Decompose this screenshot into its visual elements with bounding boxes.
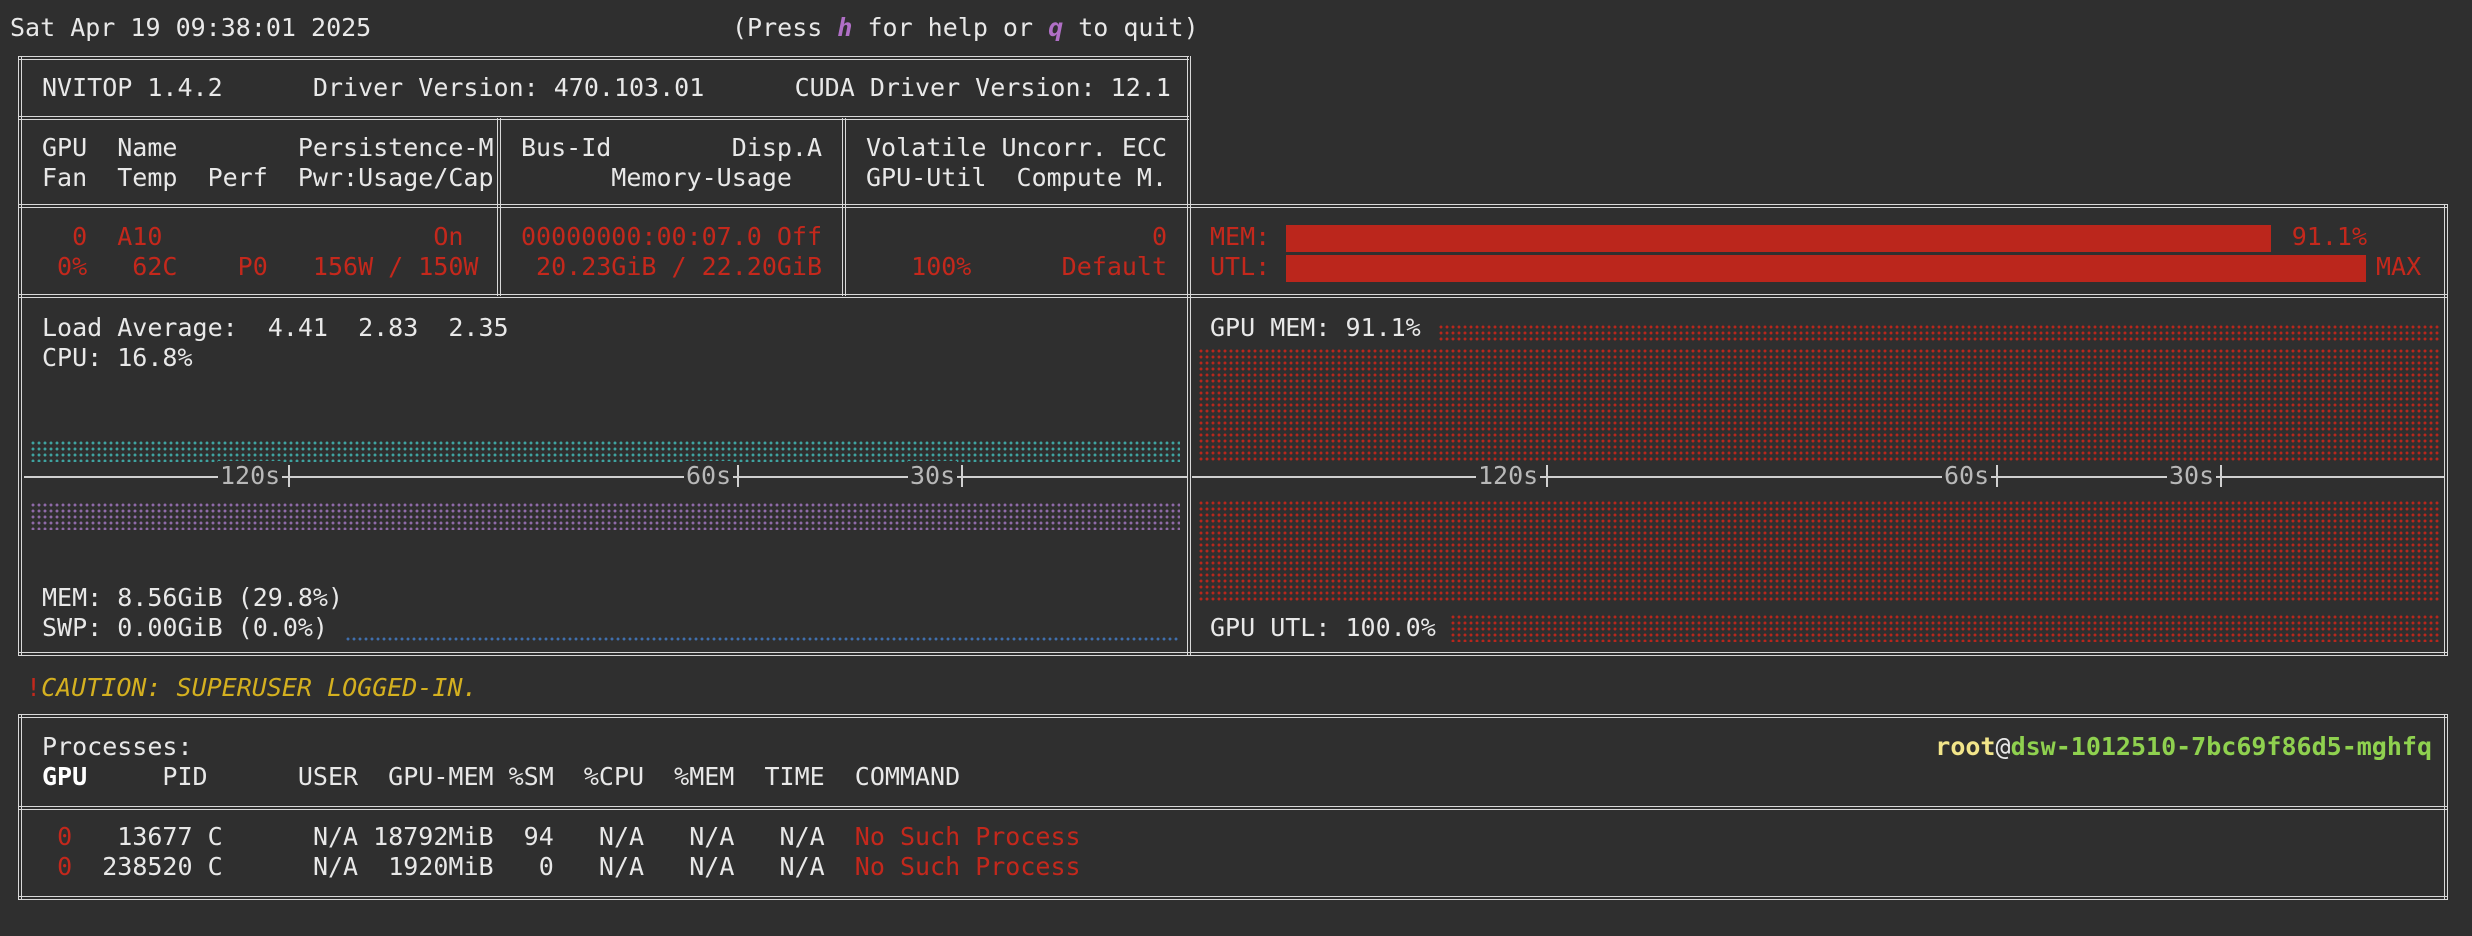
utl-bar-value: MAX	[2376, 252, 2422, 281]
process-info: 13677 C N/A 18792MiB 94 N/A N/A N/A	[72, 822, 855, 851]
header-gpu: GPU	[42, 762, 88, 791]
tick-label-30s: 30s	[908, 461, 958, 491]
tick-60s	[737, 465, 739, 487]
table-border-bottom	[18, 652, 2448, 656]
gpu-utl-label: GPU UTL: 100.0%	[1210, 613, 1436, 642]
version-line: NVITOP 1.4.2 Driver Version: 470.103.01 …	[42, 73, 1171, 102]
header-columns: PID USER GPU-MEM %SM %CPU %MEM TIME COMM…	[87, 762, 961, 791]
tick-label-120s: 120s	[1476, 461, 1541, 491]
header-col3-line1: Volatile Uncorr. ECC	[866, 133, 1168, 162]
gpu-time-axis	[1192, 476, 2444, 478]
help-key[interactable]: h	[837, 13, 852, 42]
help-hint-mid: for help or	[852, 13, 1049, 42]
tick-60s	[1996, 465, 1998, 487]
tick-120s	[288, 465, 290, 487]
processes-border-top	[18, 714, 2448, 718]
processes-header: GPU PID USER GPU-MEM %SM %CPU %MEM TIME …	[42, 762, 960, 792]
tick-30s	[961, 465, 963, 487]
tick-120s	[1546, 465, 1548, 487]
gpu-row-col2-line2: 20.23GiB / 22.20GiB	[521, 252, 823, 281]
tick-label-60s: 60s	[1942, 461, 1992, 491]
header-col1-line2: Fan Temp Perf Pwr:Usage/Cap	[42, 163, 494, 192]
table-border-mid	[1187, 56, 1191, 656]
processes-border-right	[2444, 714, 2448, 900]
process-command: No Such Process	[854, 852, 1081, 881]
process-command: No Such Process	[854, 822, 1081, 851]
mem-usage-bar	[1286, 225, 2271, 252]
processes-border-left	[18, 714, 22, 900]
tick-label-120s: 120s	[218, 461, 283, 491]
datetime: Sat Apr 19 09:38:01 2025	[10, 13, 372, 42]
table-row[interactable]: 0 13677 C N/A 18792MiB 94 N/A N/A N/A No…	[42, 822, 1081, 852]
at-sign: @	[1995, 732, 2011, 761]
col-divider	[842, 118, 846, 296]
help-hint-open: (Press	[732, 13, 838, 42]
table-divider	[18, 116, 1189, 120]
help-hint-close: to quit)	[1063, 13, 1199, 42]
gpu-utl-history-bottom	[1450, 614, 2440, 642]
gpu-row-col3-line1: 0	[866, 222, 1168, 251]
header-col1-line1: GPU Name Persistence-M	[42, 133, 494, 162]
mem-bar-value: 91.1%	[2291, 222, 2367, 251]
cpu-history-graph	[30, 440, 1180, 462]
gpu-row-col1-line1: 0 A10 On	[42, 222, 464, 251]
process-info: 238520 C N/A 1920MiB 0 N/A N/A N/A	[72, 852, 855, 881]
host-swp: SWP: 0.00GiB (0.0%)	[42, 613, 328, 642]
host-time-axis	[24, 476, 1187, 478]
tick-30s	[2220, 465, 2222, 487]
tick-label-30s: 30s	[2167, 461, 2217, 491]
gpu-mem-history-graph	[1198, 348, 2440, 462]
table-border-right	[2444, 204, 2448, 656]
caution-text: CAUTION: SUPERUSER LOGGED-IN.	[41, 673, 478, 702]
mem-bar-label: MEM:	[1210, 222, 1271, 251]
host-mem: MEM: 8.56GiB (29.8%)	[42, 583, 344, 612]
table-border-left	[18, 56, 22, 656]
process-gpu-index: 0	[57, 852, 73, 881]
gpu-utl-history-graph	[1198, 500, 2440, 602]
utl-bar-label: UTL:	[1210, 252, 1271, 281]
mem-history-graph	[30, 502, 1180, 530]
gpu-row-col2-line1: 00000000:00:07.0 Off	[521, 222, 823, 251]
gpu-row-col1-line2: 0% 62C P0 156W / 150W	[42, 252, 479, 281]
process-gpu-index: 0	[57, 822, 73, 851]
processes-title: Processes:	[42, 732, 193, 761]
header-col2-line2: Memory-Usage	[521, 163, 792, 192]
tick-label-60s: 60s	[684, 461, 734, 491]
username: root	[1935, 732, 1996, 761]
col-divider	[497, 118, 501, 296]
bars-border-top	[1187, 204, 2448, 208]
table-divider	[18, 294, 2448, 298]
utl-usage-bar	[1286, 255, 2366, 282]
quit-key[interactable]: q	[1048, 13, 1063, 42]
gpu-row-col3-line2: 100% Default	[866, 252, 1168, 281]
table-row[interactable]: 0 238520 C N/A 1920MiB 0 N/A N/A N/A No …	[42, 852, 1081, 882]
hostname: dsw-1012510-7bc69f86d5-mghfq	[2010, 732, 2432, 761]
header-col2-line1: Bus-Id Disp.A	[521, 133, 823, 162]
table-border-top	[18, 56, 1189, 60]
cpu-percent: CPU: 16.8%	[42, 343, 193, 372]
processes-divider	[18, 806, 2448, 810]
header-col3-line2: GPU-Util Compute M.	[866, 163, 1168, 192]
caution-mark: !	[26, 673, 42, 702]
help-hint: (Press h for help or q to quit)	[732, 13, 1199, 43]
caution-message: !CAUTION: SUPERUSER LOGGED-IN.	[26, 673, 478, 703]
gpu-mem-label: GPU MEM: 91.1%	[1210, 313, 1421, 342]
gpu-mem-history-top	[1438, 324, 2440, 342]
user-host: root@dsw-1012510-7bc69f86d5-mghfq	[1935, 732, 2432, 762]
processes-border-bottom	[18, 896, 2448, 900]
swp-history-graph	[345, 636, 1180, 642]
load-average: Load Average: 4.41 2.83 2.35	[42, 313, 509, 342]
